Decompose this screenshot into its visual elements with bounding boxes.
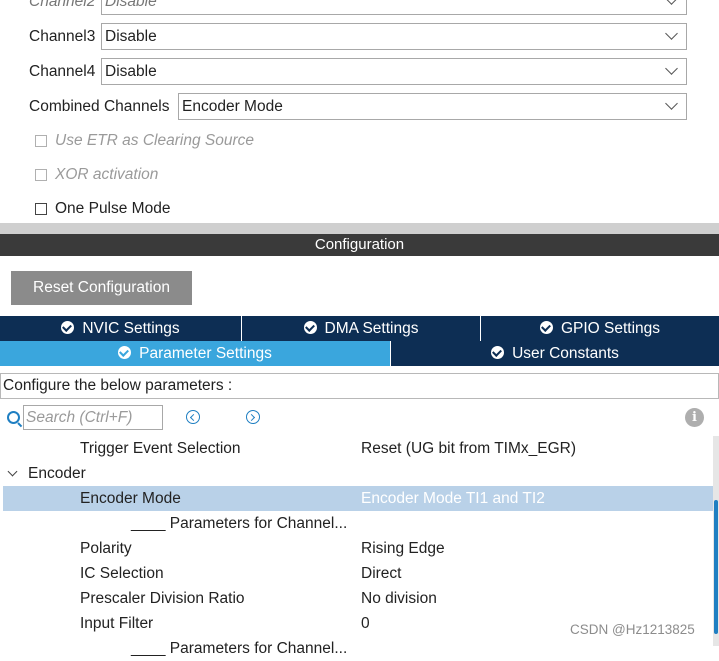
group-encoder[interactable]: Encoder (0, 461, 713, 486)
chevron-down-icon (665, 27, 678, 40)
params-scrollbar[interactable] (713, 436, 719, 646)
tab-user-constants[interactable]: User Constants (391, 341, 719, 366)
search-input[interactable] (23, 405, 163, 430)
channel3-value: Disable (105, 28, 157, 45)
one-pulse-mode-label: One Pulse Mode (55, 200, 171, 217)
checkbox-box[interactable] (35, 203, 47, 215)
etr-clearing-label: Use ETR as Clearing Source (55, 132, 254, 149)
configuration-header: Configuration (0, 234, 719, 256)
combined-channels-select[interactable]: Encoder Mode (178, 93, 687, 120)
param-row-ic-selection[interactable]: IC Selection Direct (0, 561, 713, 586)
channel4-select[interactable]: Disable (101, 58, 687, 85)
tab-nvic-settings[interactable]: NVIC Settings (0, 316, 242, 341)
checkbox-box[interactable] (35, 169, 47, 181)
etr-clearing-checkbox[interactable]: Use ETR as Clearing Source (35, 131, 254, 151)
param-row-trigger-event[interactable]: Trigger Event Selection Reset (UG bit fr… (0, 436, 713, 461)
info-icon[interactable]: i (685, 408, 704, 427)
tab-dma-settings[interactable]: DMA Settings (242, 316, 481, 341)
subheader-channel1: ____ Parameters for Channel... (0, 511, 713, 536)
param-name: Input Filter (80, 615, 154, 632)
channel4-value: Disable (105, 63, 157, 80)
channel2-select[interactable]: Disable (101, 0, 687, 15)
param-name: Polarity (80, 540, 132, 557)
tab-label: DMA Settings (324, 320, 419, 337)
xor-activation-label: XOR activation (55, 166, 159, 183)
channel4-label: Channel4 (29, 63, 96, 80)
param-name: IC Selection (80, 565, 164, 582)
channel3-label: Channel3 (29, 28, 96, 45)
check-circle-icon (61, 321, 75, 334)
configure-hint: Configure the below parameters : (0, 373, 719, 399)
checkbox-box[interactable] (35, 135, 47, 147)
param-name: Prescaler Division Ratio (80, 590, 245, 607)
chevron-down-icon[interactable] (7, 466, 18, 477)
channel3-select[interactable]: Disable (101, 23, 687, 50)
param-name: Encoder Mode (80, 490, 181, 507)
check-circle-icon (303, 321, 317, 334)
subheader-channel2: ____ Parameters for Channel... (0, 636, 713, 661)
param-row-prescaler[interactable]: Prescaler Division Ratio No division (0, 586, 713, 611)
param-value[interactable]: Direct (361, 561, 401, 586)
combined-channels-label: Combined Channels (29, 98, 170, 115)
splitter-strip[interactable] (0, 223, 719, 234)
reset-configuration-button[interactable]: Reset Configuration (11, 271, 192, 305)
param-value[interactable]: Rising Edge (361, 536, 445, 561)
param-name: Trigger Event Selection (80, 440, 241, 457)
channel2-value: Disable (105, 0, 157, 10)
tab-label: Parameter Settings (139, 345, 272, 362)
next-match-icon[interactable] (246, 410, 260, 424)
param-value[interactable]: No division (361, 586, 437, 611)
scrollbar-thumb[interactable] (714, 500, 718, 634)
chevron-down-icon (665, 62, 678, 75)
combined-channels-value: Encoder Mode (182, 98, 283, 115)
tab-label: GPIO Settings (560, 320, 661, 337)
tab-parameter-settings[interactable]: Parameter Settings (0, 341, 391, 366)
watermark: CSDN @Hz1213825 (570, 622, 695, 637)
tab-gpio-settings[interactable]: GPIO Settings (481, 316, 719, 341)
subheader-label: ____ Parameters for Channel... (131, 515, 348, 532)
param-value[interactable]: 0 (361, 611, 370, 636)
param-row-encoder-mode[interactable]: Encoder Mode Encoder Mode TI1 and TI2 (3, 486, 713, 511)
previous-match-icon[interactable] (186, 410, 200, 424)
check-circle-icon (118, 346, 132, 359)
search-icon (7, 411, 20, 424)
param-row-polarity[interactable]: Polarity Rising Edge (0, 536, 713, 561)
chevron-down-icon (665, 97, 678, 110)
subheader-label: ____ Parameters for Channel... (131, 640, 348, 657)
check-circle-icon (491, 346, 505, 359)
one-pulse-mode-checkbox[interactable]: One Pulse Mode (35, 199, 170, 219)
check-circle-icon (539, 321, 553, 334)
param-value[interactable]: Encoder Mode TI1 and TI2 (361, 486, 545, 511)
tab-label: User Constants (512, 345, 619, 362)
param-value[interactable]: Reset (UG bit from TIMx_EGR) (361, 436, 576, 461)
group-name: Encoder (28, 465, 86, 482)
tab-label: NVIC Settings (82, 320, 180, 337)
channel2-label: Channel2 (29, 0, 96, 10)
xor-activation-checkbox[interactable]: XOR activation (35, 165, 158, 185)
chevron-down-icon (665, 0, 678, 5)
